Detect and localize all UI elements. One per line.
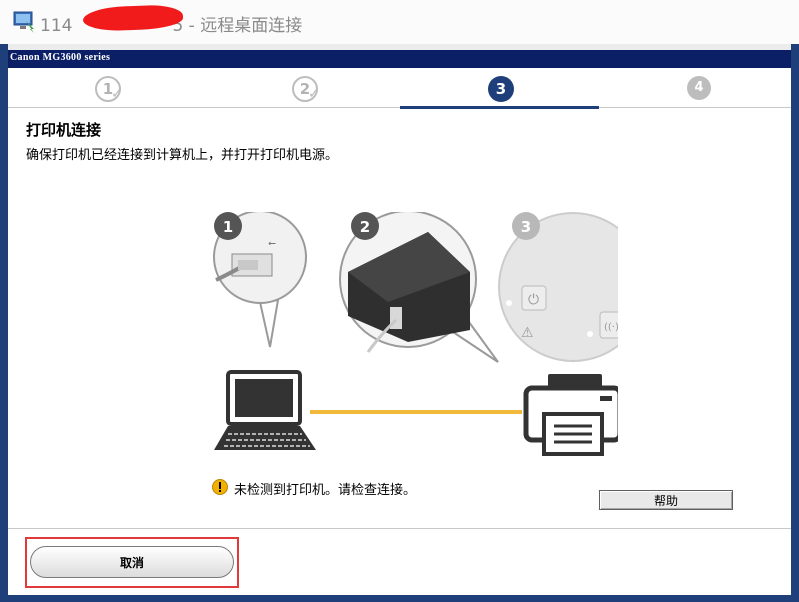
title-suffix: 5 - 远程桌面连接 xyxy=(172,16,303,36)
section-description: 确保打印机已经连接到计算机上，并打开打印机电源。 xyxy=(26,148,339,163)
footer-separator xyxy=(8,528,791,529)
window-frame-right xyxy=(791,44,799,602)
remote-desktop-titlebar: 114 5 - 远程桌面连接 xyxy=(0,0,799,45)
section-title: 打印机连接 xyxy=(26,121,102,139)
wizard-panel: 1 ✓ 2 ✓ 3 4 打印机连接 确保打印机已经连接到计算机上，并打开打印机电… xyxy=(8,68,791,595)
callout-3: 3 xyxy=(521,218,531,236)
svg-text:⏻: ⏻ xyxy=(528,292,539,308)
status-message: 未检测到打印机。请检查连接。 xyxy=(234,483,417,498)
help-button[interactable]: 帮助 xyxy=(599,490,733,510)
svg-text:⭠: ⭠ xyxy=(268,238,276,249)
app-title: Canon MG3600 series xyxy=(10,52,111,63)
window-frame-left xyxy=(0,44,8,602)
step-3-indicator: 3 xyxy=(488,76,514,102)
step-4-indicator: 4 xyxy=(687,76,711,100)
cancel-button[interactable]: 取消 xyxy=(30,546,234,578)
printer-icon xyxy=(523,374,618,456)
app-titlebar: Canon MG3600 series xyxy=(8,50,791,68)
svg-text:⚠: ⚠ xyxy=(521,325,534,341)
connection-illustration: ⭠ ⏻ ⚠ ((·)) 1 2 3 xyxy=(213,212,618,456)
callout-2: 2 xyxy=(360,218,370,236)
step-2-check-icon: ✓ xyxy=(308,86,320,102)
svg-text:((·)): ((·)) xyxy=(604,322,618,333)
callout-1: 1 xyxy=(223,218,233,236)
remote-desktop-icon xyxy=(13,11,34,33)
progress-current-step xyxy=(400,106,599,109)
computer-icon xyxy=(214,370,316,450)
step-1-check-icon: ✓ xyxy=(111,86,123,102)
title-prefix: 114 xyxy=(40,16,73,36)
warning-icon xyxy=(212,479,228,495)
window-frame-bottom xyxy=(0,595,799,602)
